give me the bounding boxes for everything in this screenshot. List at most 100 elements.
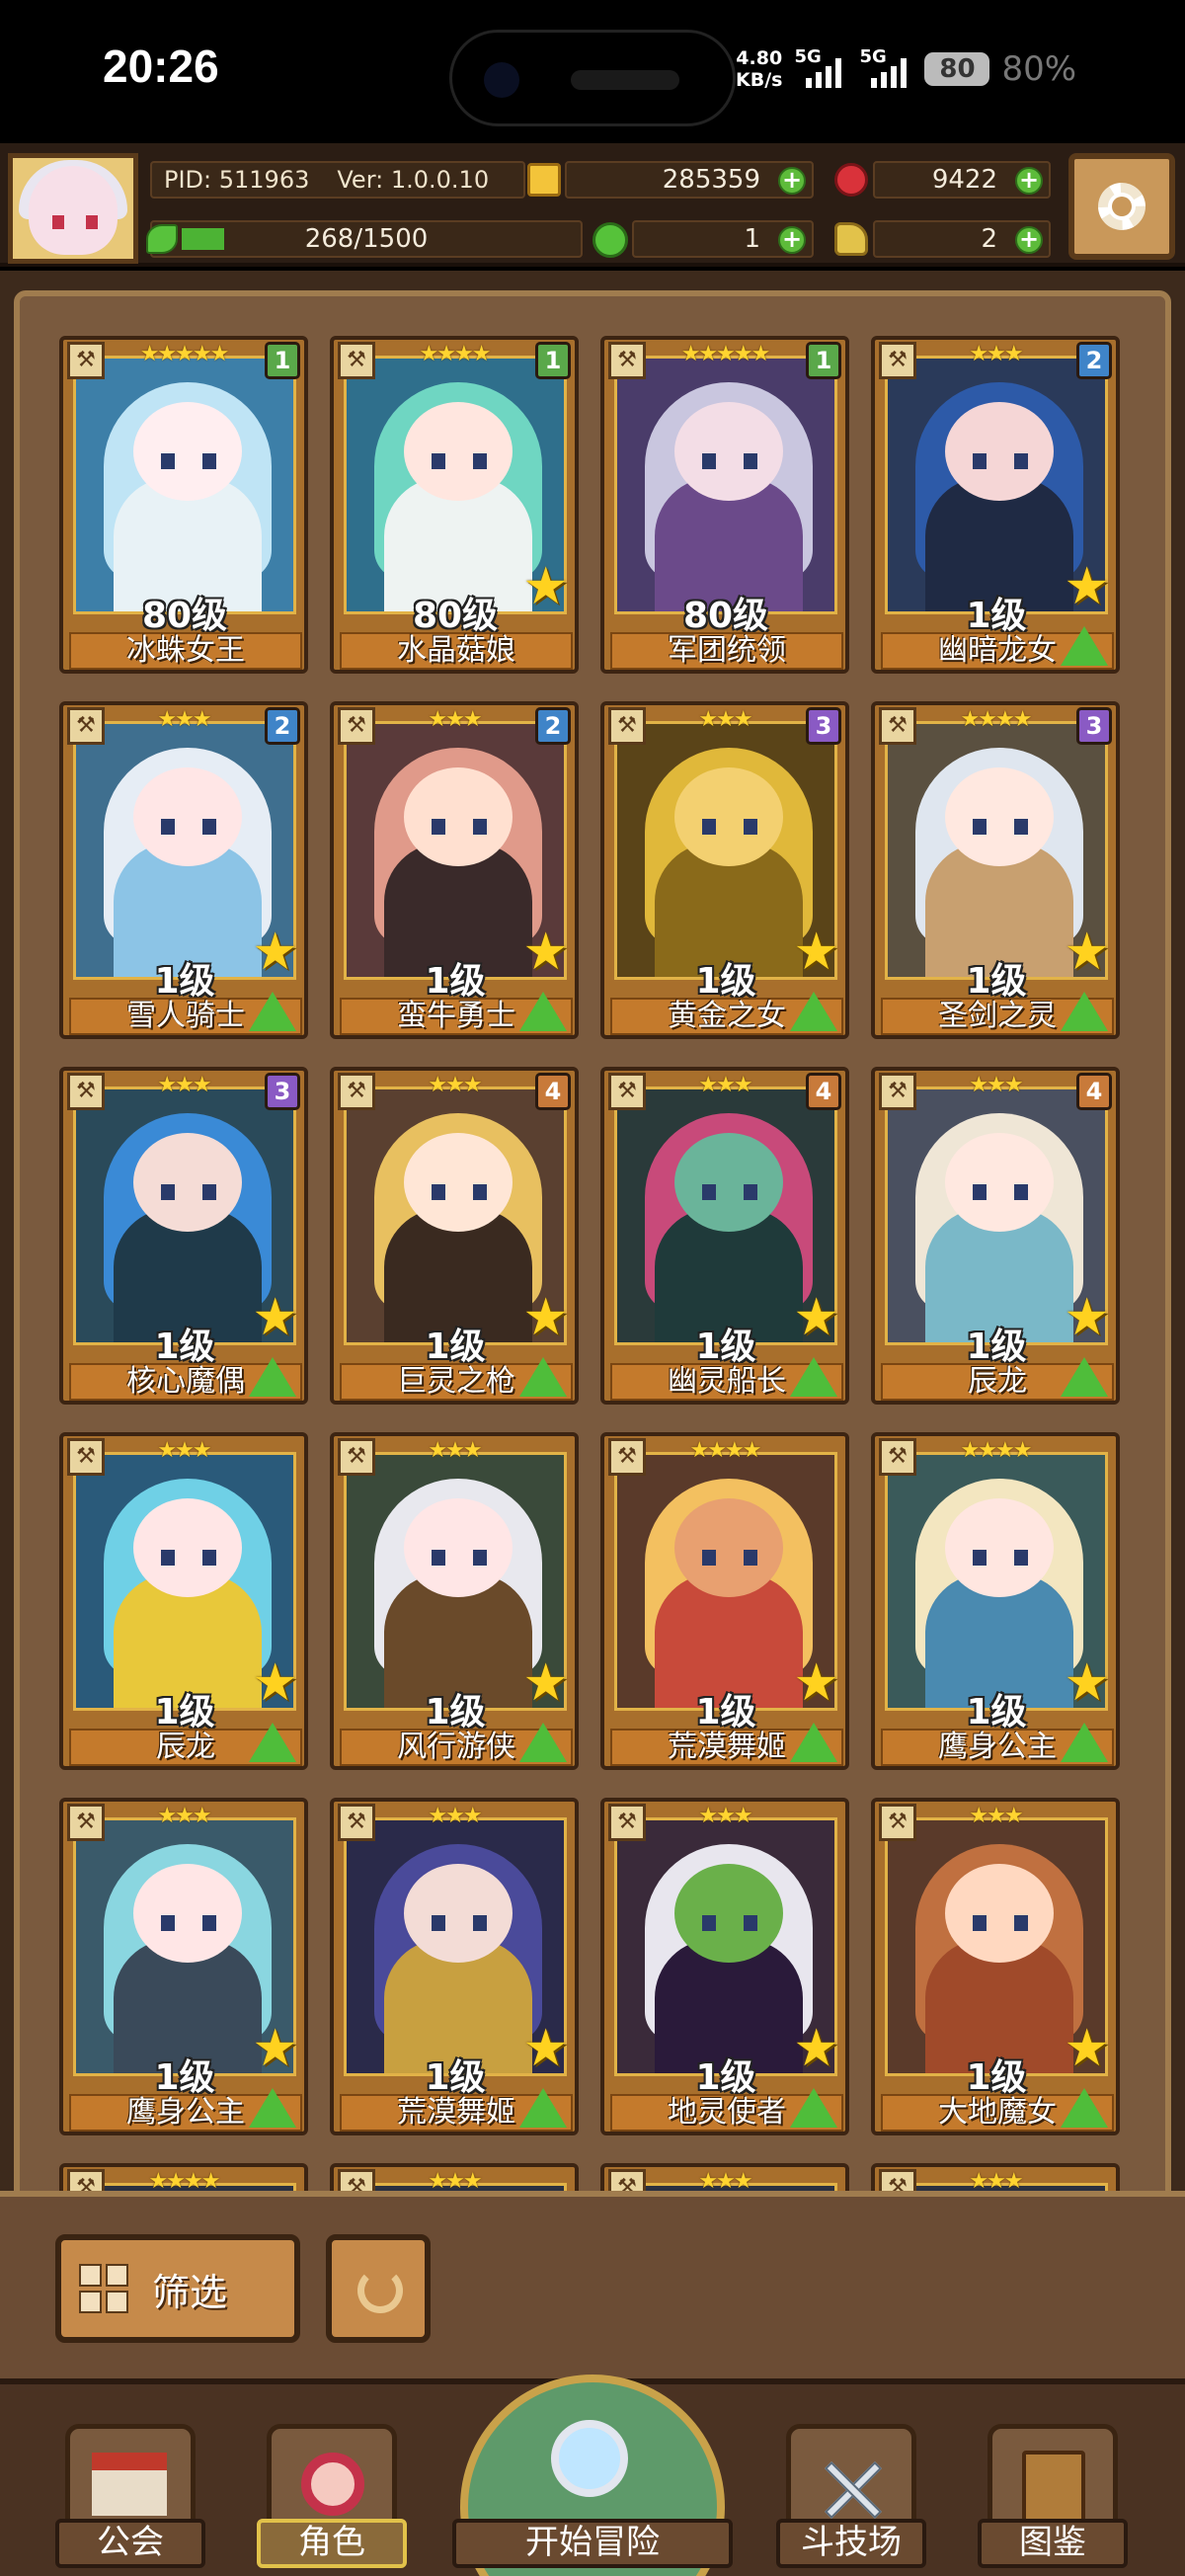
character-portrait bbox=[73, 356, 296, 614]
level-up-arrow-icon[interactable] bbox=[790, 2088, 837, 2128]
level-up-arrow-icon[interactable] bbox=[790, 992, 837, 1031]
character-card[interactable]: ⚒ ★★★ 4 1级 幽灵船长 ★ bbox=[600, 1067, 849, 1405]
character-card[interactable]: ⚒ ★★★ 3 1级 核心魔偶 ★ bbox=[59, 1067, 308, 1405]
tier-badge: 3 bbox=[265, 1073, 300, 1110]
level-up-arrow-icon[interactable] bbox=[790, 1723, 837, 1762]
level-up-arrow-icon[interactable] bbox=[249, 1723, 296, 1762]
level-up-arrow-icon[interactable] bbox=[519, 992, 567, 1031]
character-card[interactable]: ⚒ ★★★★ 1级 荒漠舞姬 ★ bbox=[600, 1432, 849, 1770]
character-card[interactable]: ⚒ ★★★ 2 1级 雪人骑士 ★ bbox=[59, 701, 308, 1039]
nav-start-adventure[interactable]: 开始冒险 bbox=[452, 2375, 733, 2576]
settings-button[interactable] bbox=[1068, 153, 1175, 260]
character-card[interactable]: ⚒ ★★★ 1级 鹰身公主 ★ bbox=[59, 1798, 308, 2135]
star-upgrade-icon[interactable]: ★ bbox=[252, 926, 298, 978]
star-upgrade-icon[interactable]: ★ bbox=[1064, 1292, 1110, 1343]
star-upgrade-icon[interactable]: ★ bbox=[1064, 561, 1110, 612]
character-card[interactable]: ⚒ ★★★★ 3 1级 圣剑之灵 ★ bbox=[871, 701, 1120, 1039]
character-level: 80级 bbox=[141, 596, 228, 636]
star-upgrade-icon[interactable]: ★ bbox=[252, 2023, 298, 2074]
filter-button[interactable]: 筛选 bbox=[55, 2234, 300, 2343]
level-up-arrow-icon[interactable] bbox=[790, 1357, 837, 1397]
nav-character-frame bbox=[267, 2424, 397, 2533]
tier-badge: 1 bbox=[265, 342, 300, 379]
nav-character[interactable]: 角色 bbox=[257, 2424, 407, 2572]
character-card[interactable]: ⚒ ★★★ 1级 大地魔女 ★ bbox=[871, 1798, 1120, 2135]
level-up-arrow-icon[interactable] bbox=[1061, 2088, 1108, 2128]
star-upgrade-icon[interactable]: ★ bbox=[522, 926, 569, 978]
boots-counter: 2 + bbox=[873, 220, 1051, 258]
star-upgrade-icon[interactable]: ★ bbox=[522, 1657, 569, 1709]
level-up-arrow-icon[interactable] bbox=[1061, 1357, 1108, 1397]
character-face-icon bbox=[301, 2453, 364, 2516]
tier-badge: 4 bbox=[806, 1073, 841, 1110]
add-coins-button[interactable]: + bbox=[778, 167, 806, 195]
network-speed-unit: KB/s bbox=[736, 69, 783, 91]
signal-icon: 5G bbox=[794, 46, 847, 88]
clover-amount: 1 bbox=[744, 224, 760, 254]
nav-adventure-label: 开始冒险 bbox=[452, 2519, 733, 2568]
level-up-arrow-icon[interactable] bbox=[1061, 992, 1108, 1031]
player-avatar[interactable] bbox=[8, 153, 138, 264]
tier-badge: 4 bbox=[535, 1073, 571, 1110]
star-upgrade-icon[interactable]: ★ bbox=[522, 561, 569, 612]
rarity-stars: ★★★ bbox=[428, 1804, 482, 1828]
level-up-arrow-icon[interactable] bbox=[519, 2088, 567, 2128]
character-list[interactable]: ⚒ ★★★★★ 1 80级 冰蛛女王 ⚒ ★★★★ 1 80级 水晶菇娘 ★ ⚒ ★★★★★ 1 80级 军团… bbox=[14, 290, 1171, 2266]
character-card[interactable]: ⚒ ★★★★★ 1 80级 冰蛛女王 bbox=[59, 336, 308, 674]
character-card[interactable]: ⚒ ★★★ 4 1级 巨灵之枪 ★ bbox=[330, 1067, 579, 1405]
character-name: 军团统领 bbox=[610, 632, 843, 670]
rarity-stars: ★★★ bbox=[428, 1438, 482, 1463]
character-card[interactable]: ⚒ ★★★★★ 1 80级 军团统领 bbox=[600, 336, 849, 674]
character-card[interactable]: ⚒ ★★★ 3 1级 黄金之女 ★ bbox=[600, 701, 849, 1039]
clover-icon bbox=[592, 222, 628, 258]
add-gems-button[interactable]: + bbox=[1015, 167, 1043, 195]
character-card[interactable]: ⚒ ★★★ 1级 荒漠舞姬 ★ bbox=[330, 1798, 579, 2135]
network-type-2: 5G bbox=[859, 46, 887, 67]
character-card[interactable]: ⚒ ★★★★ 1级 鹰身公主 ★ bbox=[871, 1432, 1120, 1770]
nav-arena[interactable]: 斗技场 bbox=[776, 2424, 926, 2572]
level-up-arrow-icon[interactable] bbox=[519, 1723, 567, 1762]
character-card[interactable]: ⚒ ★★★ 4 1级 辰龙 ★ bbox=[871, 1067, 1120, 1405]
energy-bar: 268/1500 bbox=[146, 220, 583, 258]
character-card[interactable]: ⚒ ★★★ 1级 风行游侠 ★ bbox=[330, 1432, 579, 1770]
player-info: PID: 511963 Ver: 1.0.0.10 bbox=[150, 161, 525, 199]
star-upgrade-icon[interactable]: ★ bbox=[793, 2023, 839, 2074]
character-card[interactable]: ⚒ ★★★ 2 1级 蛮牛勇士 ★ bbox=[330, 701, 579, 1039]
status-indicators: 4.80 KB/s 5G 5G 80 80% bbox=[736, 40, 1076, 99]
boots-amount: 2 bbox=[981, 224, 997, 254]
star-upgrade-icon[interactable]: ★ bbox=[793, 1657, 839, 1709]
level-up-arrow-icon[interactable] bbox=[519, 1357, 567, 1397]
level-up-arrow-icon[interactable] bbox=[1061, 1723, 1108, 1762]
add-clover-button[interactable]: + bbox=[778, 226, 806, 254]
magnifier-icon bbox=[551, 2420, 628, 2497]
level-up-arrow-icon[interactable] bbox=[249, 1357, 296, 1397]
character-card[interactable]: ⚒ ★★★ 2 1级 幽暗龙女 ★ bbox=[871, 336, 1120, 674]
crossed-swords-icon bbox=[817, 2455, 888, 2526]
star-upgrade-icon[interactable]: ★ bbox=[252, 1657, 298, 1709]
level-up-arrow-icon[interactable] bbox=[249, 2088, 296, 2128]
status-bar: 20:26 4.80 KB/s 5G 5G 80 80% bbox=[0, 0, 1185, 143]
star-upgrade-icon[interactable]: ★ bbox=[1064, 1657, 1110, 1709]
network-speed: 4.80 KB/s bbox=[736, 47, 782, 91]
star-upgrade-icon[interactable]: ★ bbox=[793, 926, 839, 978]
star-upgrade-icon[interactable]: ★ bbox=[252, 1292, 298, 1343]
star-upgrade-icon[interactable]: ★ bbox=[522, 1292, 569, 1343]
character-card[interactable]: ⚒ ★★★ 1级 辰龙 ★ bbox=[59, 1432, 308, 1770]
top-hud: PID: 511963 Ver: 1.0.0.10 285359 + 9422 +… bbox=[0, 143, 1185, 267]
guild-house-icon bbox=[92, 2453, 167, 2516]
character-card[interactable]: ⚒ ★★★★ 1 80级 水晶菇娘 ★ bbox=[330, 336, 579, 674]
add-boots-button[interactable]: + bbox=[1015, 226, 1043, 254]
star-upgrade-icon[interactable]: ★ bbox=[1064, 2023, 1110, 2074]
level-up-arrow-icon[interactable] bbox=[1061, 626, 1108, 666]
dynamic-island bbox=[449, 30, 736, 126]
nav-codex[interactable]: 图鉴 bbox=[978, 2424, 1128, 2572]
refresh-button[interactable] bbox=[326, 2234, 431, 2343]
level-up-arrow-icon[interactable] bbox=[249, 992, 296, 1031]
gear-icon-center bbox=[1112, 197, 1132, 216]
character-card[interactable]: ⚒ ★★★ 1级 地灵使者 ★ bbox=[600, 1798, 849, 2135]
star-upgrade-icon[interactable]: ★ bbox=[1064, 926, 1110, 978]
star-upgrade-icon[interactable]: ★ bbox=[522, 2023, 569, 2074]
nav-guild[interactable]: 公会 bbox=[55, 2424, 205, 2572]
tier-badge: 4 bbox=[1076, 1073, 1112, 1110]
star-upgrade-icon[interactable]: ★ bbox=[793, 1292, 839, 1343]
